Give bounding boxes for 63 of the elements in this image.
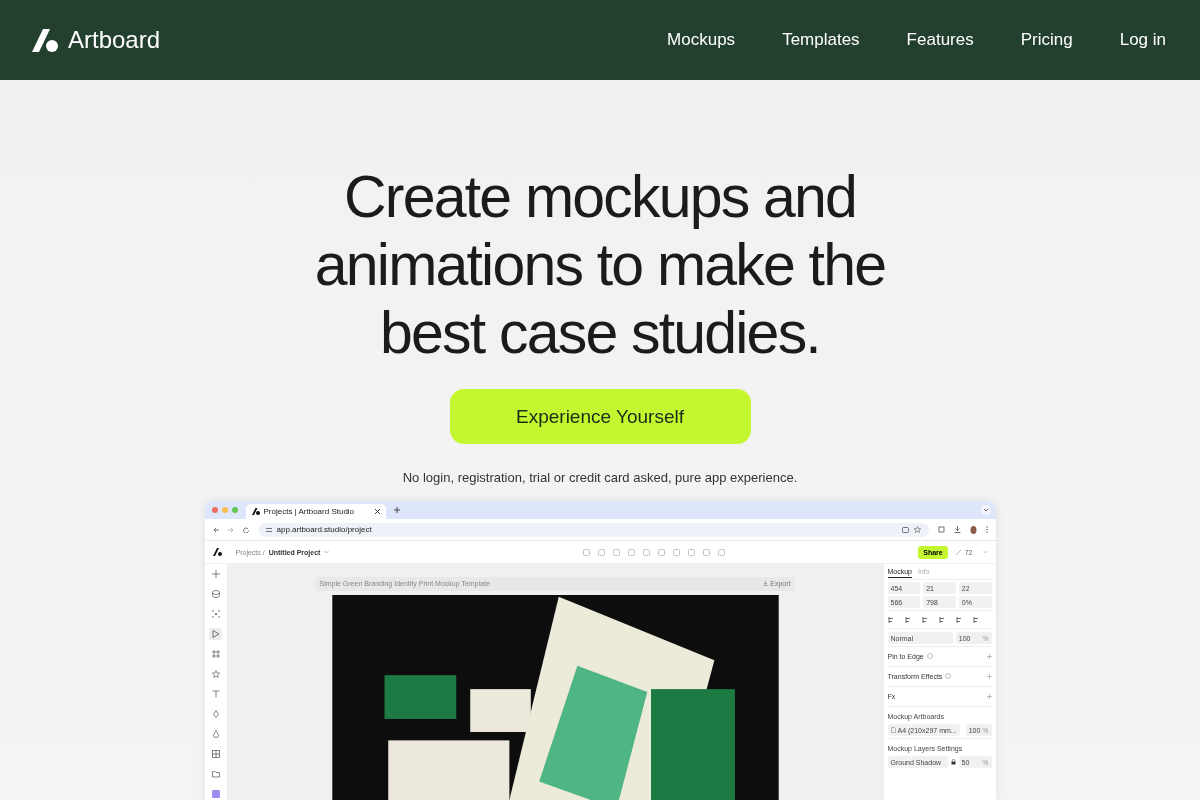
nav-link[interactable]: Log in xyxy=(1119,30,1166,50)
more-icon[interactable] xyxy=(985,526,988,533)
avatar-icon[interactable] xyxy=(969,525,977,534)
align-icon[interactable] xyxy=(904,617,911,623)
grid-icon xyxy=(211,750,220,758)
star-icon xyxy=(211,670,220,678)
align-icon[interactable] xyxy=(939,617,946,623)
url-text: app.artboard.studio/project xyxy=(276,525,372,534)
site-settings-icon xyxy=(265,526,272,533)
hero-heading: Create mockups and animations to make the best case studies. xyxy=(313,163,887,367)
folder-icon xyxy=(211,770,220,778)
caret-icon[interactable] xyxy=(324,550,330,554)
align-icon[interactable] xyxy=(921,617,928,623)
tool-button[interactable] xyxy=(209,768,222,780)
tool-button[interactable] xyxy=(209,748,222,760)
extensions-icon[interactable] xyxy=(937,526,945,533)
plus-icon[interactable] xyxy=(986,693,992,699)
plus-icon[interactable] xyxy=(393,507,400,513)
document-icon xyxy=(890,727,896,733)
tool-button[interactable] xyxy=(209,568,222,580)
pen-icon xyxy=(211,710,220,718)
brand-name[interactable]: Artboard xyxy=(68,26,161,54)
browser-tab[interactable]: Projects | Artboard Studio xyxy=(245,504,386,519)
tab-title: Projects | Artboard Studio xyxy=(263,507,356,516)
database-icon xyxy=(211,590,220,598)
reload-icon[interactable] xyxy=(242,526,249,533)
download-icon xyxy=(763,581,769,587)
logo-icon[interactable] xyxy=(212,548,222,556)
pointer-icon xyxy=(211,630,220,638)
close-icon[interactable] xyxy=(374,509,380,514)
nav-link[interactable]: Templates xyxy=(782,30,860,50)
align-icon[interactable] xyxy=(973,617,980,623)
chevron-down-icon[interactable] xyxy=(980,505,991,515)
app-icon xyxy=(211,790,220,798)
nav-link[interactable]: Mockups xyxy=(667,30,736,50)
plus-icon[interactable] xyxy=(986,653,992,659)
nav-link[interactable]: Features xyxy=(906,30,974,50)
experience-button[interactable]: Experience Yourself xyxy=(449,389,751,444)
tool-button[interactable] xyxy=(209,788,222,800)
tool-button[interactable] xyxy=(209,588,222,600)
plus-icon xyxy=(211,570,220,578)
logo-icon xyxy=(251,508,260,515)
address-bar[interactable]: app.artboard.studio/project xyxy=(257,522,929,537)
dots-icon xyxy=(211,610,220,618)
drop-icon xyxy=(211,730,220,738)
zoom-icon xyxy=(955,549,961,555)
logo-icon xyxy=(30,27,60,53)
back-arrow-icon[interactable] xyxy=(212,526,219,533)
tool-button[interactable] xyxy=(209,608,222,620)
text-tool-icon xyxy=(211,690,220,698)
tool-button[interactable] xyxy=(209,668,222,680)
nav-link[interactable]: Pricing xyxy=(1020,30,1073,50)
install-icon[interactable] xyxy=(901,526,909,533)
align-icon[interactable] xyxy=(956,617,963,623)
star-icon[interactable] xyxy=(913,526,921,533)
tool-button[interactable] xyxy=(209,648,222,660)
tool-button[interactable] xyxy=(209,628,222,640)
plus-icon[interactable] xyxy=(986,673,992,679)
hero-note: No login, registration, trial or credit card asked, pure app experience. xyxy=(402,470,798,485)
frame-icon xyxy=(211,650,220,658)
forward-arrow-icon[interactable] xyxy=(227,526,234,533)
align-icon[interactable] xyxy=(887,617,894,623)
download-icon[interactable] xyxy=(953,526,961,533)
